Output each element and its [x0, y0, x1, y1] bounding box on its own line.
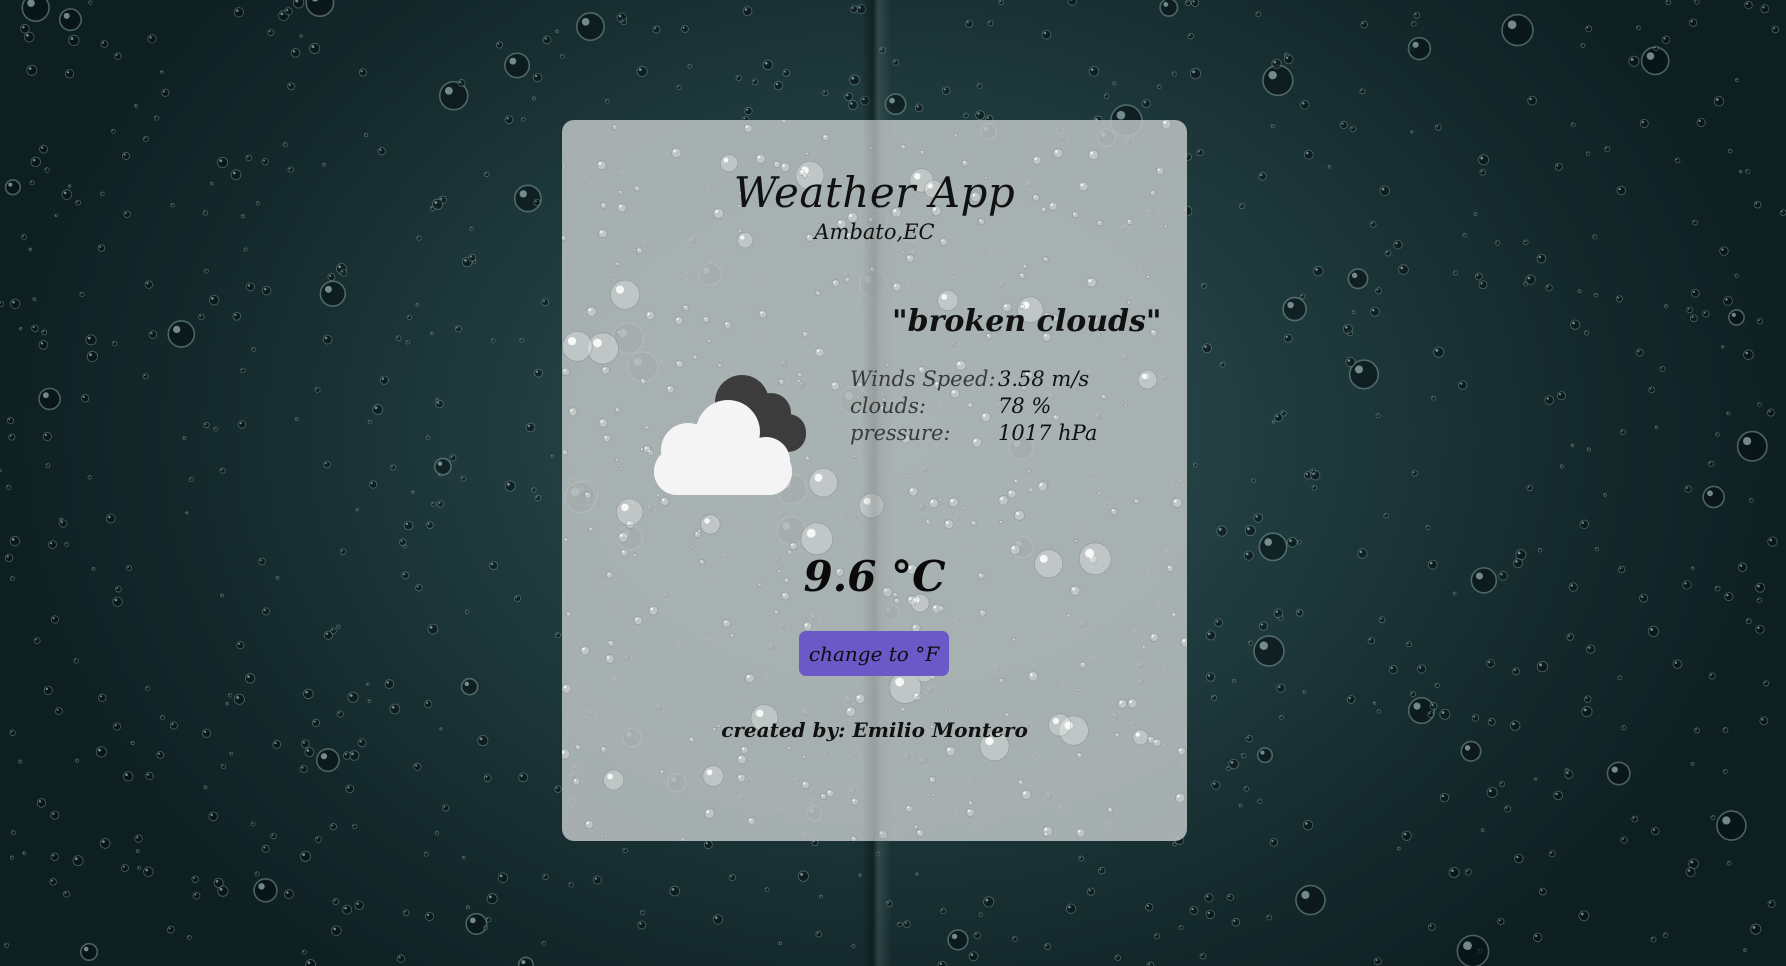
stat-row-pressure: pressure: 1017 hPa: [850, 420, 1097, 447]
pressure-value: 1017 hPa: [998, 421, 1098, 445]
weather-card: Weather App Ambato,EC "broken clouds" Wi…: [562, 120, 1187, 841]
clouds-value: 78 %: [998, 394, 1052, 418]
stat-row-clouds: clouds: 78 %: [850, 393, 1097, 420]
weather-description: "broken clouds": [892, 304, 1162, 339]
temperature-display: 9.6 °C: [803, 552, 946, 601]
app-title: Weather App: [733, 168, 1016, 217]
wind-speed-value: 3.58 m/s: [998, 367, 1090, 391]
location-label: Ambato,EC: [814, 220, 935, 244]
pressure-label: pressure:: [850, 421, 951, 445]
weather-stats: Winds Speed: 3.58 m/s clouds: 78 % press…: [850, 366, 1097, 447]
clouds-label: clouds:: [850, 394, 926, 418]
broken-clouds-icon: [654, 375, 806, 495]
author-credit: created by: Emilio Montero: [721, 718, 1028, 742]
stat-row-wind: Winds Speed: 3.58 m/s: [850, 366, 1097, 393]
change-unit-button[interactable]: change to °F: [799, 631, 949, 676]
wind-speed-label: Winds Speed:: [850, 367, 996, 391]
